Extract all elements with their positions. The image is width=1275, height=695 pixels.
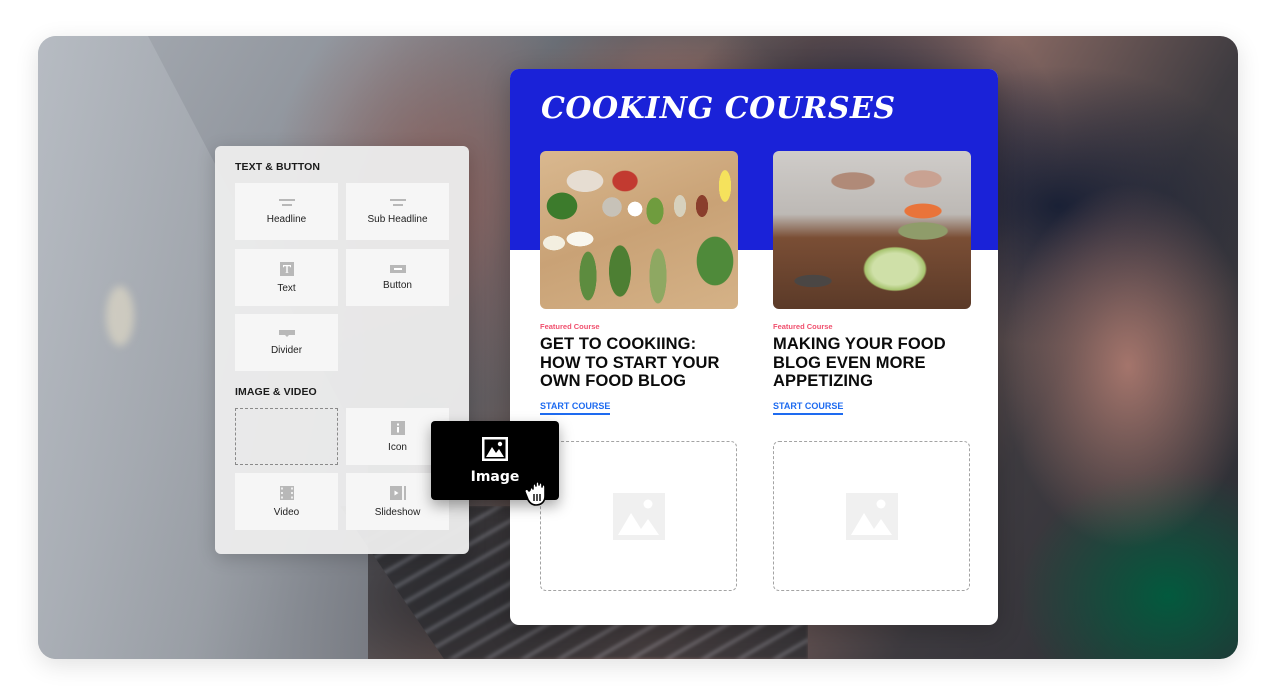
film-icon: [279, 485, 294, 500]
drag-ghost-label: Image: [470, 468, 520, 485]
image-placeholder-icon: [845, 492, 898, 540]
element-label: Button: [383, 279, 412, 291]
sub-headline-icon: [389, 198, 406, 206]
button-icon: [389, 264, 406, 273]
section-title-text-button: TEXT & BUTTON: [235, 161, 321, 173]
course-card: Featured Course GET TO COOKIING: HOW TO …: [540, 151, 738, 415]
element-label: Text: [277, 282, 296, 294]
element-text[interactable]: Text: [235, 249, 338, 306]
element-divider[interactable]: Divider: [235, 314, 338, 371]
info-icon: [390, 420, 405, 435]
course-card: Featured Course MAKING YOUR FOOD BLOG EV…: [773, 151, 971, 415]
element-button[interactable]: Button: [346, 249, 449, 306]
grab-hand-cursor-icon: [524, 480, 546, 506]
text-icon: [279, 261, 294, 276]
course-title[interactable]: GET TO COOKIING: HOW TO START YOUR OWN F…: [540, 335, 738, 391]
image-drop-zone[interactable]: [540, 441, 737, 591]
slideshow-icon: [389, 485, 406, 500]
image-placeholder-icon: [612, 492, 665, 540]
vegetables-on-table-photo[interactable]: [540, 151, 738, 309]
divider-icon: [278, 329, 295, 337]
element-label: Icon: [388, 441, 407, 453]
element-video[interactable]: Video: [235, 473, 338, 530]
cabbage-cutting-board-photo[interactable]: [773, 151, 971, 309]
section-title-image-video: IMAGE & VIDEO: [235, 386, 317, 398]
template-title[interactable]: COOKING COURSES: [541, 91, 896, 126]
image-icon: [482, 436, 508, 461]
course-kicker: Featured Course: [540, 322, 600, 331]
element-label: Video: [273, 506, 300, 518]
element-image-slot-empty[interactable]: [235, 408, 338, 465]
email-template: COOKING COURSES Featured Course GET TO C…: [510, 69, 998, 625]
image-drop-zone[interactable]: [773, 441, 970, 591]
element-label: Headline: [266, 213, 307, 225]
start-course-link[interactable]: START COURSE: [773, 401, 844, 415]
element-headline[interactable]: Headline: [235, 183, 338, 240]
element-label: Slideshow: [374, 506, 421, 518]
element-label: Sub Headline: [367, 213, 428, 225]
course-title[interactable]: MAKING YOUR FOOD BLOG EVEN MORE APPETIZI…: [773, 335, 971, 391]
start-course-link[interactable]: START COURSE: [540, 401, 611, 415]
laptop-logo: [106, 286, 134, 346]
headline-icon: [278, 198, 295, 206]
element-sub-headline[interactable]: Sub Headline: [346, 183, 449, 240]
element-label: Divider: [270, 344, 303, 356]
course-kicker: Featured Course: [773, 322, 833, 331]
